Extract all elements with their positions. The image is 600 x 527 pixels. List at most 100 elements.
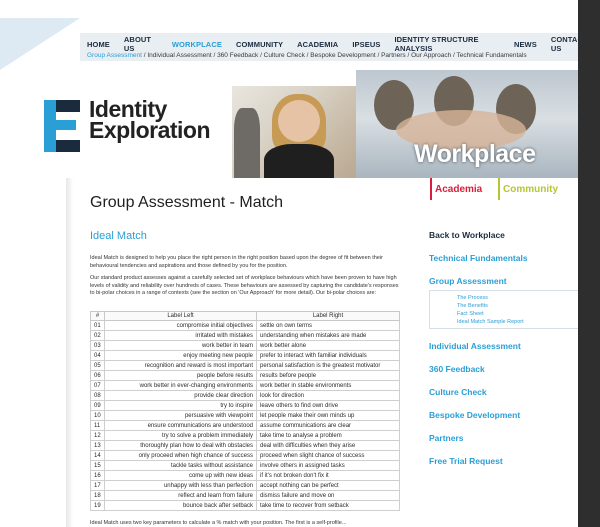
row-label-left: enjoy meeting new people bbox=[104, 350, 257, 361]
main-nav: HOME ABOUT US WORKPLACE COMMUNITY ACADEM… bbox=[80, 35, 600, 53]
identity-exploration-logo-mark-icon bbox=[44, 100, 80, 152]
row-label-right: work better in stable environments bbox=[256, 380, 400, 391]
table-row: 05 recognition and reward is most importa… bbox=[90, 360, 400, 371]
row-label-right: accept nothing can be perfect bbox=[256, 480, 400, 491]
header-label-right: Label Right bbox=[256, 311, 400, 321]
breadcrumb-links[interactable]: / Individual Assessment / 360 Feedback /… bbox=[142, 52, 527, 59]
row-label-right: if it's not broken don't fix it bbox=[256, 470, 400, 481]
row-number: 02 bbox=[90, 330, 105, 341]
row-label-left: thoroughly plan how to deal with obstacl… bbox=[104, 440, 257, 451]
table-row: 14 only proceed when high chance of succe… bbox=[90, 450, 400, 461]
sidebar-free-trial-request[interactable]: Free Trial Request bbox=[429, 456, 579, 466]
table-row: 13 thoroughly plan how to deal with obsta… bbox=[90, 440, 400, 451]
row-label-left: tackle tasks without assistance bbox=[104, 460, 257, 471]
page: HOME ABOUT US WORKPLACE COMMUNITY ACADEM… bbox=[0, 0, 600, 527]
row-label-right: understanding when mistakes are made bbox=[256, 330, 400, 341]
table-row: 15 tackle tasks without assistance involve… bbox=[90, 460, 400, 471]
breadcrumb: Group Assessment / Individual Assessment… bbox=[87, 52, 527, 59]
sidebar-partners[interactable]: Partners bbox=[429, 433, 579, 443]
header-label-left: Label Left bbox=[104, 311, 257, 321]
tab-community[interactable]: Community bbox=[498, 178, 578, 200]
row-label-right: proceed when slight chance of success bbox=[256, 450, 400, 461]
row-number: 16 bbox=[90, 470, 105, 481]
sidebar-technical-fundamentals[interactable]: Technical Fundamentals bbox=[429, 253, 579, 263]
row-label-right: settle on own terms bbox=[256, 320, 400, 331]
sidebar-bespoke-development[interactable]: Bespoke Development bbox=[429, 410, 579, 420]
page-title: Group Assessment - Match bbox=[90, 194, 283, 211]
page-edge bbox=[578, 0, 600, 527]
row-number: 01 bbox=[90, 320, 105, 331]
row-number: 19 bbox=[90, 500, 105, 511]
table-row: 04 enjoy meeting new people prefer to inte… bbox=[90, 350, 400, 361]
row-number: 09 bbox=[90, 400, 105, 411]
row-number: 15 bbox=[90, 460, 105, 471]
left-gutter bbox=[0, 178, 66, 527]
sidebar-sub-the-benefits[interactable]: The Benefits bbox=[457, 302, 572, 310]
row-number: 04 bbox=[90, 350, 105, 361]
row-number: 13 bbox=[90, 440, 105, 451]
table-row: 02 irritated with mistakes understanding w… bbox=[90, 330, 400, 341]
header-photo-woman bbox=[232, 86, 356, 178]
table-header-row: # Label Left Label Right bbox=[90, 311, 400, 321]
sidebar-sub-fact-sheet[interactable]: Fact Sheet bbox=[457, 310, 572, 318]
sidebar-back-to-workplace[interactable]: Back to Workplace bbox=[429, 230, 579, 240]
row-label-left: try to inspire bbox=[104, 400, 257, 411]
table-row: 16 come up with new ideas if it's not brok… bbox=[90, 470, 400, 481]
row-label-left: people before results bbox=[104, 370, 257, 381]
row-label-left: unhappy with less than perfection bbox=[104, 480, 257, 491]
nav-community[interactable]: COMMUNITY bbox=[229, 40, 290, 49]
tab-academia[interactable]: Academia bbox=[430, 178, 498, 200]
table-row: 17 unhappy with less than perfection accep… bbox=[90, 480, 400, 491]
row-label-left: bounce back after setback bbox=[104, 500, 257, 511]
sidebar-individual-assessment[interactable]: Individual Assessment bbox=[429, 341, 579, 351]
table-row: 03 work better in team work better alone bbox=[90, 340, 400, 351]
table-row: 06 people before results results before pe… bbox=[90, 370, 400, 381]
section-title: Ideal Match bbox=[90, 230, 147, 242]
row-label-left: only proceed when high chance of success bbox=[104, 450, 257, 461]
intro-paragraph: Ideal Match is designed to help you plac… bbox=[90, 255, 383, 269]
nav-about-us[interactable]: ABOUT US bbox=[117, 35, 165, 53]
row-label-right: dismiss failure and move on bbox=[256, 490, 400, 501]
row-number: 05 bbox=[90, 360, 105, 371]
sidebar-culture-check[interactable]: Culture Check bbox=[429, 387, 579, 397]
table-row: 11 ensure communications are understood as… bbox=[90, 420, 400, 431]
nav-ipseus[interactable]: IPSEUS bbox=[345, 40, 387, 49]
logo-text[interactable]: Identity Exploration bbox=[89, 98, 211, 142]
row-number: 06 bbox=[90, 370, 105, 381]
sidebar-360-feedback[interactable]: 360 Feedback bbox=[429, 364, 579, 374]
row-number: 07 bbox=[90, 380, 105, 391]
row-number: 03 bbox=[90, 340, 105, 351]
sidebar-sub-sample-report[interactable]: Ideal Match Sample Report bbox=[457, 318, 572, 326]
nav-academia[interactable]: ACADEMIA bbox=[290, 40, 345, 49]
sidebar-group-assessment[interactable]: Group Assessment bbox=[429, 276, 579, 286]
row-label-right: prefer to interact with familiar individ… bbox=[256, 350, 400, 361]
row-label-left: come up with new ideas bbox=[104, 470, 257, 481]
nav-identity-structure-analysis[interactable]: IDENTITY STRUCTURE ANALYSIS bbox=[387, 35, 506, 53]
row-number: 14 bbox=[90, 450, 105, 461]
nav-home[interactable]: HOME bbox=[80, 40, 117, 49]
footnote: Ideal Match uses two key parameters to c… bbox=[90, 520, 347, 526]
sidebar-sub-the-process[interactable]: The Process bbox=[457, 294, 572, 302]
row-number: 10 bbox=[90, 410, 105, 421]
row-label-left: irritated with mistakes bbox=[104, 330, 257, 341]
nav-news[interactable]: NEWS bbox=[507, 40, 544, 49]
nav-workplace[interactable]: WORKPLACE bbox=[165, 40, 229, 49]
row-label-left: try to solve a problem immediately bbox=[104, 430, 257, 441]
table-row: 19 bounce back after setback take time to … bbox=[90, 500, 400, 511]
row-label-right: deal with difficulties when they arise bbox=[256, 440, 400, 451]
table-row: 10 persuasive with viewpoint let people ma… bbox=[90, 410, 400, 421]
row-label-left: persuasive with viewpoint bbox=[104, 410, 257, 421]
row-label-left: work better in team bbox=[104, 340, 257, 351]
banner-title: Workplace bbox=[414, 140, 536, 168]
row-number: 08 bbox=[90, 390, 105, 401]
table-row: 08 provide clear direction look for direct… bbox=[90, 390, 400, 401]
table-row: 01 compromise initial objectives settle on… bbox=[90, 320, 400, 331]
row-label-right: let people make their own minds up bbox=[256, 410, 400, 421]
breadcrumb-active[interactable]: Group Assessment bbox=[87, 52, 142, 59]
description-paragraph: Our standard product assesses against a … bbox=[90, 275, 399, 296]
row-label-right: leave others to find own drive bbox=[256, 400, 400, 411]
row-number: 11 bbox=[90, 420, 105, 431]
sidebar-submenu: The Process The Benefits Fact Sheet Idea… bbox=[429, 290, 579, 329]
row-label-right: involve others in assigned tasks bbox=[256, 460, 400, 471]
row-label-right: personal satisfaction is the greatest mo… bbox=[256, 360, 400, 371]
